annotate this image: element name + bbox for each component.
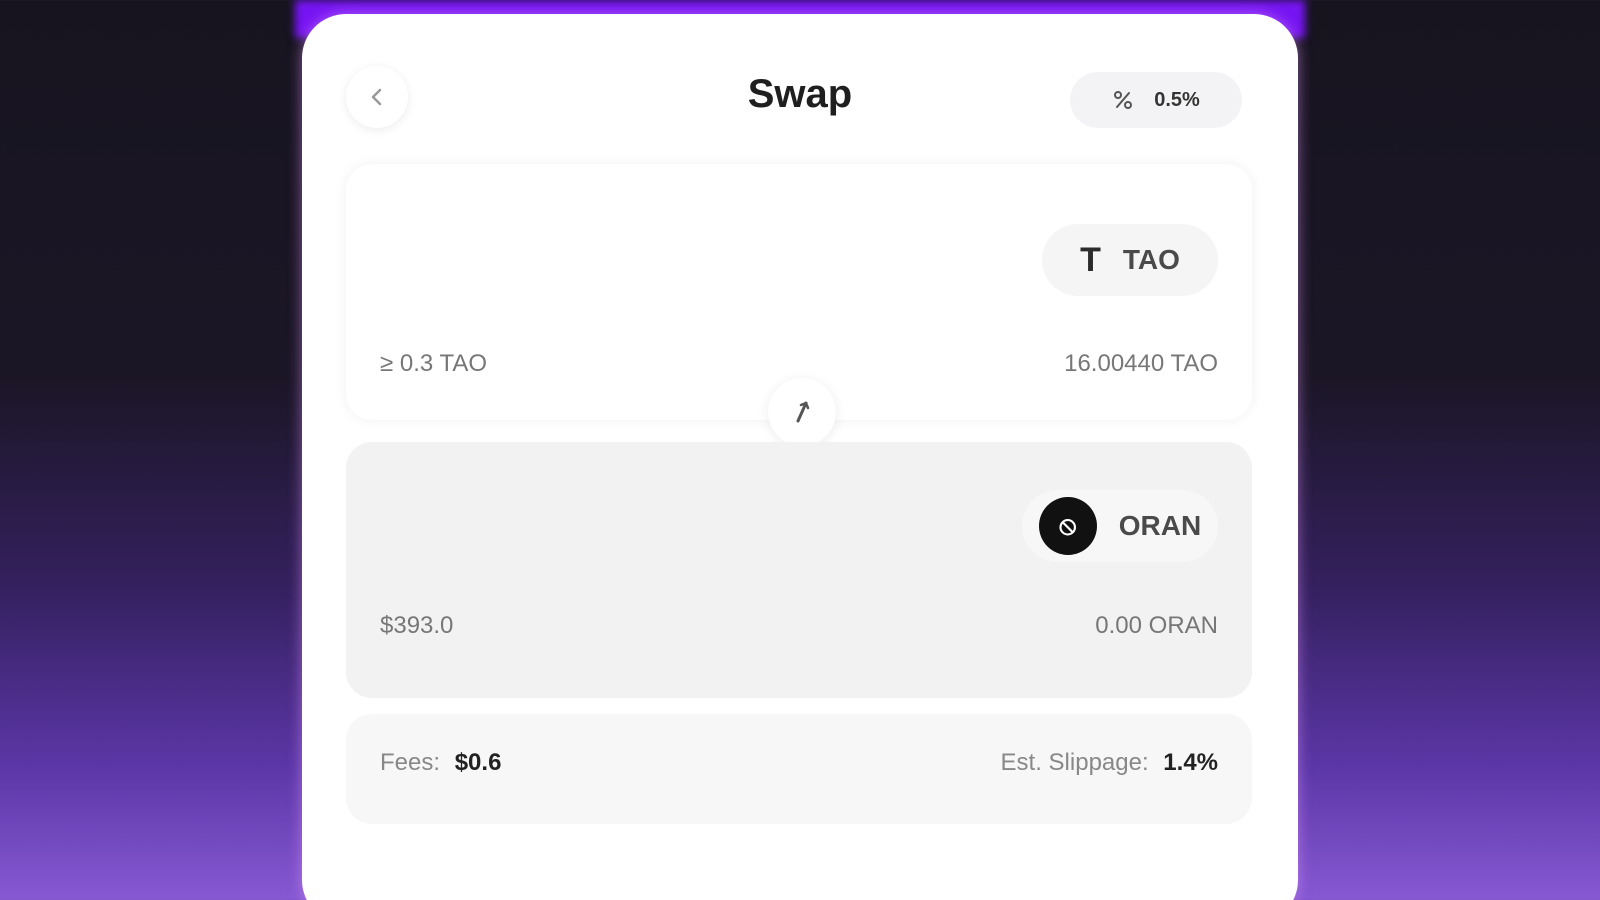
est-slippage-value: 1.4% <box>1163 749 1218 776</box>
swap-card: Swap 0.5% T TAO ≥ 0.3 TAO 16.00440 TAO ⦸ <box>302 14 1298 900</box>
from-balance: 16.00440 TAO <box>1064 350 1218 377</box>
swap-vertical-icon <box>796 401 810 423</box>
circle-logo-icon: ⦸ <box>1038 497 1097 555</box>
fees-summary: Fees: $0.6 <box>380 749 501 777</box>
to-balance: 0.00 ORAN <box>1095 612 1218 639</box>
fees-panel: Fees: $0.6 Est. Slippage: 1.4% <box>346 714 1252 824</box>
slippage-value: 0.5% <box>1154 88 1200 111</box>
to-panel-details: $393.0 0.00 ORAN <box>380 612 1218 640</box>
slippage-summary: Est. Slippage: 1.4% <box>1001 749 1218 777</box>
tao-symbol-icon: T <box>1080 240 1101 279</box>
to-token-label: ORAN <box>1118 510 1202 541</box>
to-panel[interactable]: ⦸ ORAN $393.0 0.00 ORAN <box>346 442 1252 698</box>
est-slippage-label: Est. Slippage: <box>1000 749 1149 776</box>
from-token-selector[interactable]: T TAO <box>1042 224 1218 296</box>
from-min-value: ≥ 0.3 TAO <box>380 350 487 377</box>
fees-label: Fees: <box>380 749 441 776</box>
slippage-button[interactable]: 0.5% <box>1070 72 1242 128</box>
from-token-label: TAO <box>1122 244 1180 275</box>
to-token-selector[interactable]: ⦸ ORAN <box>1022 490 1218 562</box>
from-panel-details: ≥ 0.3 TAO 16.00440 TAO <box>380 350 1218 378</box>
fees-value: $0.6 <box>454 749 502 776</box>
to-usd-value: $393.0 <box>380 612 454 639</box>
switch-direction-button[interactable] <box>768 378 836 446</box>
swap-header: Swap 0.5% <box>302 14 1298 164</box>
fees-row: Fees: $0.6 Est. Slippage: 1.4% <box>380 749 1218 777</box>
percent-icon <box>1114 91 1133 109</box>
